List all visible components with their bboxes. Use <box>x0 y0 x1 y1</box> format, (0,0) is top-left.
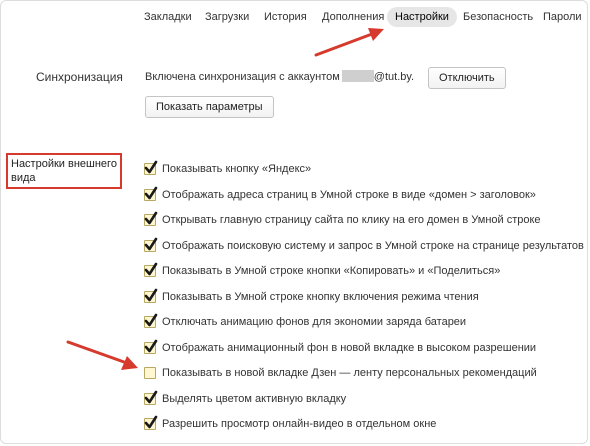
option-label: Показывать в Умной строке кнопки «Копиро… <box>162 265 501 277</box>
nav-history[interactable]: История <box>264 7 307 27</box>
nav-security[interactable]: Безопасность <box>463 7 533 27</box>
option-checkbox[interactable] <box>144 415 158 430</box>
checkmark-icon <box>144 211 158 225</box>
checkmark-icon <box>144 237 158 251</box>
appearance-label-line1: Настройки внешнего <box>11 158 117 170</box>
annotation-arrow-zen <box>66 340 138 370</box>
top-nav: Закладки Загрузки История Дополнения Нас… <box>0 7 590 29</box>
option-checkbox[interactable] <box>144 160 158 175</box>
checkmark-icon <box>144 186 158 200</box>
nav-passwords[interactable]: Пароли <box>543 7 582 27</box>
option-label: Отображать поисковую систему и запрос в … <box>162 240 584 252</box>
sync-status-text: Включена синхронизация с аккаунтом <box>145 71 340 83</box>
option-checkbox[interactable] <box>144 237 158 252</box>
option-label: Показывать в новой вкладке Дзен — ленту … <box>162 367 537 379</box>
sync-email-domain: @tut.by. <box>373 71 415 83</box>
option-checkbox[interactable] <box>144 262 158 277</box>
option-label: Отображать адреса страниц в Умной строке… <box>162 189 536 201</box>
redacted-email <box>341 70 374 83</box>
sync-section-label: Синхронизация <box>36 70 123 84</box>
checkmark-icon <box>144 339 158 353</box>
nav-settings[interactable]: Настройки <box>387 7 457 27</box>
appearance-section-label: Настройки внешнего вида <box>6 153 122 189</box>
option-label: Показывать в Умной строке кнопку включен… <box>162 291 479 303</box>
option-checkbox[interactable] <box>144 390 158 405</box>
nav-bookmarks[interactable]: Закладки <box>144 7 192 27</box>
checkmark-icon <box>144 262 158 276</box>
sync-status: Включена синхронизация с аккаунтом @tut.b… <box>145 68 414 86</box>
checkmark-icon <box>144 313 158 327</box>
checkmark-icon <box>144 160 158 174</box>
option-checkbox[interactable] <box>144 211 158 226</box>
checkmark-icon <box>144 415 158 429</box>
appearance-label-line2: вида <box>11 172 36 184</box>
option-label: Показывать кнопку «Яндекс» <box>162 163 312 175</box>
disconnect-button[interactable]: Отключить <box>428 67 506 89</box>
option-label: Отключать анимацию фонов для экономии за… <box>162 316 467 328</box>
annotation-arrow-settings <box>314 28 384 57</box>
option-label: Выделять цветом активную вкладку <box>162 393 347 405</box>
option-checkbox[interactable] <box>144 288 158 303</box>
option-label: Отображать анимационный фон в новой вкла… <box>162 342 537 354</box>
checkmark-icon <box>144 390 158 404</box>
checkmark-icon <box>144 288 158 302</box>
option-checkbox[interactable] <box>144 186 158 201</box>
nav-downloads[interactable]: Загрузки <box>205 7 249 27</box>
option-label: Разрешить просмотр онлайн-видео в отдель… <box>162 418 437 430</box>
option-label: Открывать главную страницу сайта по клик… <box>162 214 541 226</box>
show-params-button[interactable]: Показать параметры <box>145 96 274 118</box>
option-checkbox[interactable] <box>144 313 158 328</box>
